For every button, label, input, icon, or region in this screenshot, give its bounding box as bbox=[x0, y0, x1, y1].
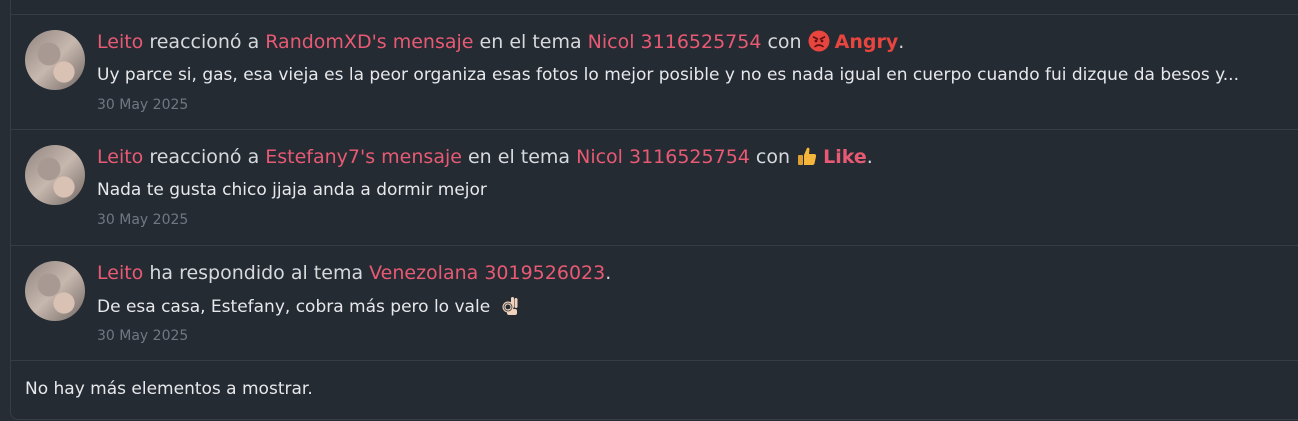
no-more-items-text: No hay más elementos a mostrar. bbox=[25, 379, 313, 399]
user-link[interactable]: Leito bbox=[97, 31, 143, 53]
action-text: ha respondido al tema bbox=[149, 262, 364, 284]
activity-snippet: De esa casa, Estefany, cobra más pero lo… bbox=[97, 294, 1277, 319]
action-text: reaccionó a bbox=[149, 146, 260, 168]
avatar[interactable] bbox=[25, 145, 85, 205]
avatar[interactable] bbox=[25, 30, 85, 90]
ok-hand-icon bbox=[502, 297, 518, 315]
thread-link[interactable]: Nicol 3116525754 bbox=[588, 31, 762, 53]
activity-snippet: Nada te gusta chico jjaja anda a dormir … bbox=[97, 180, 487, 200]
activity-date[interactable]: 30 May 2025 bbox=[97, 95, 188, 115]
reaction-label: Angry bbox=[808, 30, 898, 53]
avatar[interactable] bbox=[25, 261, 85, 321]
thread-link[interactable]: Nicol 3116525754 bbox=[576, 146, 750, 168]
reaction-label: Like bbox=[796, 146, 867, 168]
message-link[interactable]: Estefany7's mensaje bbox=[265, 146, 462, 168]
activity-summary: Leito reaccionó a RandomXD's mensaje en … bbox=[97, 30, 905, 53]
message-link[interactable]: RandomXD's mensaje bbox=[265, 31, 473, 53]
in-text: en el tema bbox=[479, 31, 582, 53]
thumbs-up-icon bbox=[798, 147, 817, 165]
with-text: con bbox=[767, 31, 802, 53]
angry-face-icon bbox=[808, 30, 830, 52]
activity-item: Leito reaccionó a Estefany7's mensaje en… bbox=[11, 129, 1298, 244]
activity-summary: Leito reaccionó a Estefany7's mensaje en… bbox=[97, 146, 873, 168]
user-link[interactable]: Leito bbox=[97, 262, 143, 284]
activity-item: Leito reaccionó a RandomXD's mensaje en … bbox=[11, 14, 1298, 129]
activity-item: Leito ha respondido al tema Venezolana 3… bbox=[11, 245, 1298, 360]
thread-link[interactable]: Venezolana 3019526023 bbox=[369, 262, 605, 284]
list-footer: No hay más elementos a mostrar. bbox=[11, 360, 1298, 420]
action-text: reaccionó a bbox=[149, 31, 260, 53]
activity-summary: Leito ha respondido al tema Venezolana 3… bbox=[97, 262, 612, 284]
user-link[interactable]: Leito bbox=[97, 146, 143, 168]
activity-date[interactable]: 30 May 2025 bbox=[97, 210, 188, 230]
with-text: con bbox=[755, 146, 791, 168]
activity-panel: Leito reaccionó a RandomXD's mensaje en … bbox=[10, 0, 1298, 420]
activity-snippet: Uy parce si, gas, esa vieja es la peor o… bbox=[97, 65, 1239, 85]
in-text: en el tema bbox=[467, 146, 571, 168]
activity-date[interactable]: 30 May 2025 bbox=[97, 326, 188, 346]
